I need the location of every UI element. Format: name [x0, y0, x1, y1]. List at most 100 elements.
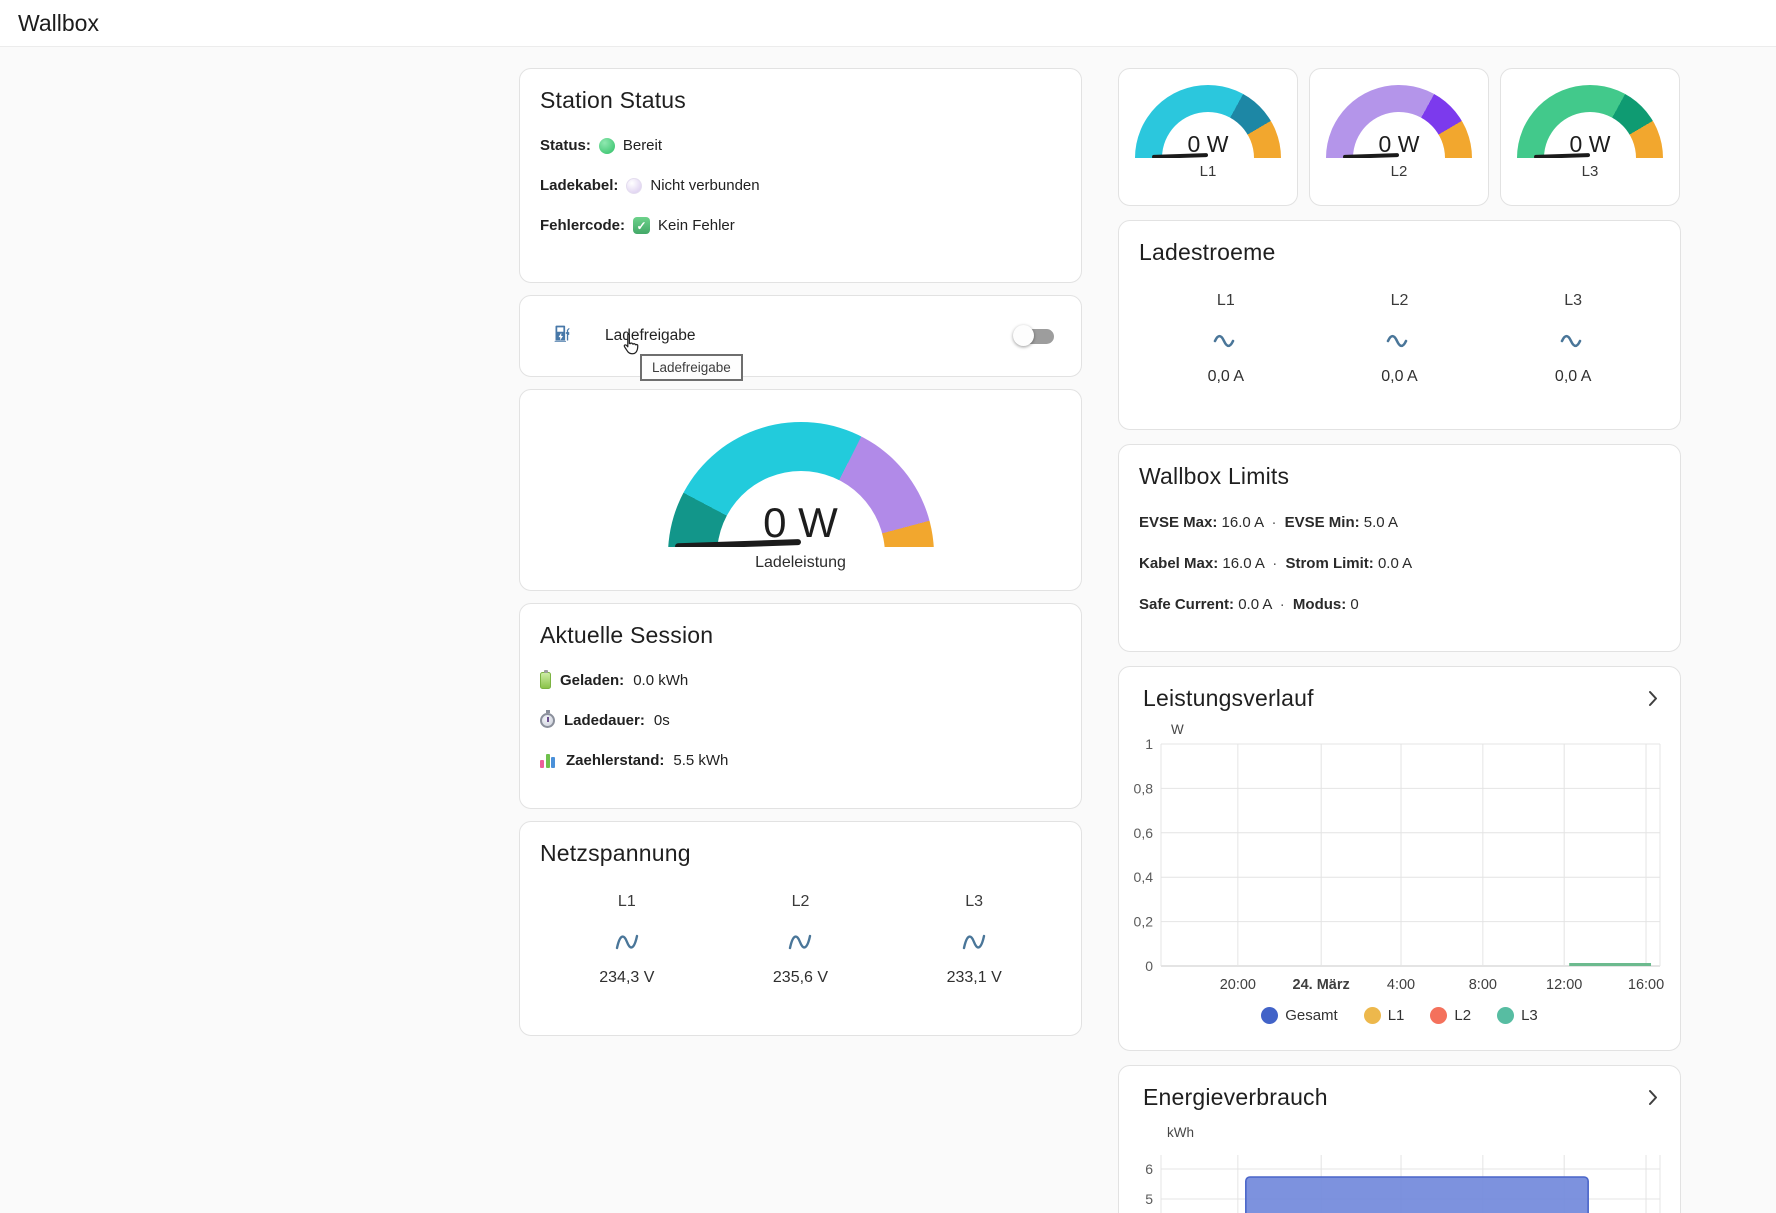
- gauge-card-l3: 0 W L3: [1500, 68, 1680, 206]
- ladefreigabe-card: Ladefreigabe: [519, 295, 1082, 377]
- session-value: 0s: [653, 712, 670, 729]
- separator: ·: [1279, 596, 1285, 613]
- l3-gauge: 0 W: [1517, 85, 1663, 158]
- leistungsverlauf-card: Leistungsverlauf 1 0,8 0,6 0,4 0,2 0 20:00 24. …: [1118, 666, 1681, 1051]
- check-badge-icon: ✓: [633, 217, 651, 234]
- gauge-card-l2: 0 W L2: [1309, 68, 1489, 206]
- svg-text:8:00: 8:00: [1469, 977, 1497, 993]
- phase-label: L1: [617, 893, 636, 910]
- separator: ·: [1271, 514, 1277, 531]
- limit-label: EVSE Min:: [1284, 514, 1360, 531]
- legend-item-gesamt[interactable]: Gesamt: [1261, 1007, 1338, 1024]
- session-card: Aktuelle Session Geladen: 0.0 kWh Ladeda…: [519, 603, 1082, 809]
- limit-value: 0.0 A: [1238, 596, 1272, 613]
- separator: ·: [1272, 555, 1278, 572]
- legend-item-l1[interactable]: L1: [1363, 1007, 1404, 1024]
- ev-station-icon: [552, 323, 573, 349]
- card-title: Ladestroeme: [1139, 239, 1276, 265]
- limit-line: Safe Current: 0.0 A · Modus: 0: [1139, 596, 1660, 613]
- ladestroeme-card: Ladestroeme L1 L2 L3 0,0 A 0,0 A 0,0 A: [1118, 220, 1681, 430]
- gauge-card-l1: 0 W L1: [1118, 68, 1298, 206]
- card-title: Station Status: [540, 87, 686, 113]
- status-dot-lavender-icon: [626, 177, 643, 194]
- svg-text:0,2: 0,2: [1134, 914, 1154, 930]
- session-label: Ladedauer:: [564, 712, 645, 729]
- card-title: Energieverbrauch: [1143, 1084, 1328, 1110]
- limit-value: 16.0 A: [1222, 555, 1265, 572]
- phase-label: L2: [791, 893, 810, 910]
- phase-grid: L1 L2 L3 234,3 V 235,6 V 233,1 V: [540, 893, 1061, 987]
- chart-header: Leistungsverlauf: [1133, 685, 1666, 712]
- status-row: Ladekabel: Nicht verbunden: [540, 177, 1061, 194]
- error-value: Kein Fehler: [658, 217, 735, 234]
- gauge-value: 0 W: [1378, 131, 1420, 157]
- svg-text:0: 0: [1145, 958, 1153, 974]
- svg-text:kWh: kWh: [1167, 1125, 1194, 1140]
- limit-value: 5.0 A: [1363, 514, 1398, 531]
- ladefreigabe-toggle[interactable]: [1013, 324, 1059, 348]
- svg-text:0,6: 0,6: [1134, 825, 1154, 841]
- limit-value: 16.0 A: [1221, 514, 1264, 531]
- session-value: 0.0 kWh: [633, 672, 689, 689]
- cursor-hand-icon: [618, 331, 643, 363]
- sine-wave-icon: [714, 929, 888, 955]
- sine-wave-icon: [540, 929, 714, 955]
- phase-value: 0,0 A: [1554, 368, 1592, 385]
- bar-chart-icon: [540, 753, 557, 768]
- session-row: Zaehlerstand: 5.5 kWh: [540, 752, 1061, 769]
- l2-gauge: 0 W: [1326, 85, 1472, 158]
- svg-text:4:00: 4:00: [1387, 977, 1415, 993]
- chart-legend: Gesamt L1 L2 L3: [1133, 1007, 1666, 1024]
- gauge-label: Ladeleistung: [755, 554, 846, 571]
- phase-label: L1: [1216, 292, 1235, 309]
- legend-item-l3[interactable]: L3: [1497, 1007, 1538, 1024]
- svg-text:1: 1: [1145, 736, 1153, 752]
- legend-dot: [1497, 1007, 1515, 1024]
- limit-label: Kabel Max:: [1139, 555, 1219, 572]
- phase-label: L3: [1564, 292, 1583, 309]
- session-row: Ladedauer: 0s: [540, 710, 1061, 729]
- chevron-right-icon[interactable]: [1648, 690, 1658, 707]
- session-value: 5.5 kWh: [673, 752, 729, 769]
- limit-label: Strom Limit:: [1285, 555, 1374, 572]
- phase-value: 233,1 V: [946, 969, 1002, 986]
- legend-label: L2: [1454, 1007, 1472, 1024]
- legend-label: Gesamt: [1285, 1007, 1338, 1024]
- gauge-label: L2: [1390, 163, 1408, 180]
- cable-label: Ladekabel:: [540, 177, 619, 194]
- status-dot-green-icon: [598, 137, 615, 154]
- phase-value: 234,3 V: [599, 969, 655, 986]
- status-row: Fehlercode: ✓ Kein Fehler: [540, 217, 1061, 234]
- l1-gauge: 0 W: [1135, 85, 1281, 158]
- station-status-card: Station Status Status: Bereit Ladekabel:…: [519, 68, 1082, 283]
- netzspannung-card: Netzspannung L1 L2 L3 234,3 V 235,6 V 23…: [519, 821, 1082, 1036]
- current-ac-icon: [1139, 328, 1313, 354]
- wallbox-limits-card: Wallbox Limits EVSE Max: 16.0 A · EVSE M…: [1118, 444, 1681, 652]
- leistungsverlauf-chart: 1 0,8 0,6 0,4 0,2 0 20:00 24. März 4:00 8:00 12:00…: [1133, 722, 1666, 999]
- gauge-label: L1: [1199, 163, 1217, 180]
- limit-line: EVSE Max: 16.0 A · EVSE Min: 5.0 A: [1139, 514, 1660, 531]
- phase-label: L3: [965, 893, 984, 910]
- card-title: Leistungsverlauf: [1143, 685, 1314, 711]
- right-column: 0 W L1 0 W L2 0 W L3 Ladestroeme L1 L2 L…: [1118, 68, 1681, 1213]
- left-column: Station Status Status: Bereit Ladekabel:…: [519, 68, 1082, 1036]
- status-row: Status: Bereit: [540, 137, 1061, 154]
- session-label: Zaehlerstand:: [566, 752, 665, 769]
- battery-icon: [540, 670, 551, 689]
- svg-text:20:00: 20:00: [1220, 977, 1256, 993]
- card-title: Netzspannung: [540, 840, 691, 866]
- error-label: Fehlercode:: [540, 217, 626, 234]
- svg-text:6: 6: [1145, 1161, 1153, 1177]
- limit-label: Modus:: [1292, 596, 1347, 613]
- card-title: Aktuelle Session: [540, 622, 714, 648]
- legend-item-l2[interactable]: L2: [1430, 1007, 1471, 1024]
- svg-text:24. März: 24. März: [1293, 977, 1350, 993]
- chevron-right-icon[interactable]: [1648, 1089, 1658, 1106]
- legend-dot: [1430, 1007, 1448, 1024]
- svg-text:0,4: 0,4: [1134, 869, 1154, 885]
- gauge-value: 0 W: [1187, 131, 1229, 157]
- svg-text:16:00: 16:00: [1628, 977, 1664, 993]
- limit-value: 0.0 A: [1377, 555, 1413, 572]
- phase-value: 0,0 A: [1381, 368, 1418, 385]
- session-row: Geladen: 0.0 kWh: [540, 670, 1061, 689]
